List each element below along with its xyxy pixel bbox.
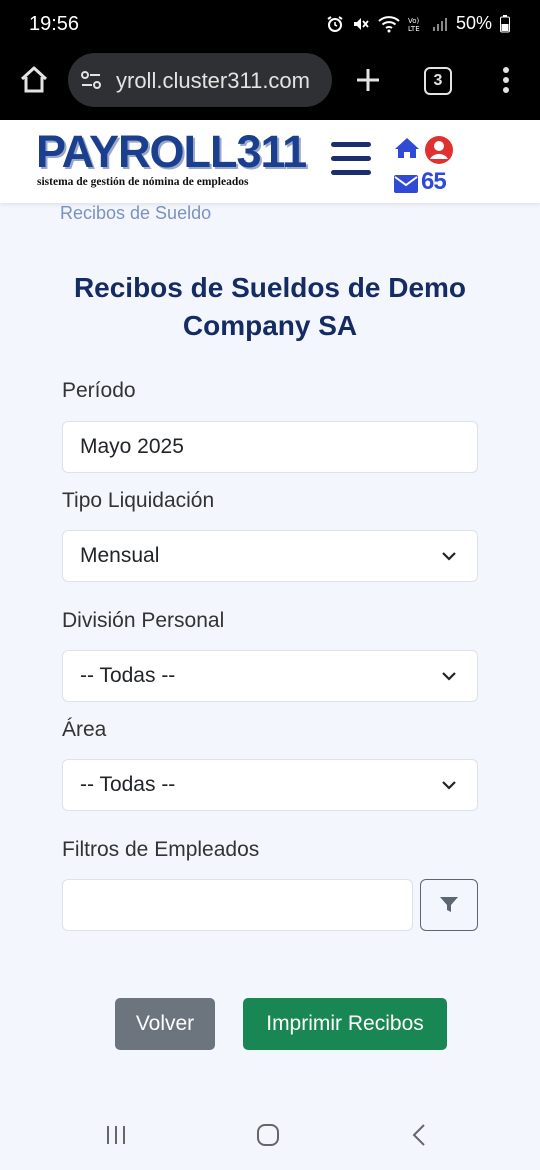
periodo-label: Período (62, 379, 136, 402)
site-settings-icon[interactable] (80, 69, 102, 91)
area-value: -- Todas -- (80, 773, 176, 796)
periodo-field[interactable]: Mayo 2025 (62, 421, 478, 473)
mail-icon[interactable] (394, 175, 418, 198)
status-bar: 19:56 Vo) LTE 50% (0, 0, 540, 50)
print-receipts-button[interactable]: Imprimir Recibos (243, 998, 447, 1050)
filter-button[interactable] (420, 879, 478, 931)
home-icon[interactable] (18, 64, 50, 96)
breadcrumb[interactable]: Recibos de Sueldo (60, 203, 211, 224)
chevron-down-icon (442, 781, 456, 790)
menu-icon[interactable] (331, 142, 371, 176)
division-label: División Personal (62, 609, 225, 632)
messages-count[interactable]: 65 (421, 168, 447, 196)
new-tab-icon[interactable] (352, 64, 384, 96)
logo[interactable]: PAYROLL311 (36, 126, 307, 178)
alarm-icon (326, 15, 344, 33)
chevron-down-icon (442, 552, 456, 561)
battery-percent: 50% (455, 13, 492, 33)
house-icon[interactable] (394, 136, 420, 165)
wifi-icon (378, 15, 400, 33)
mute-icon (352, 15, 370, 33)
back-icon[interactable] (408, 1123, 432, 1152)
volte-icon: Vo) LTE (408, 15, 424, 33)
main-content: Recibos de Sueldo Recibos de Sueldos de … (0, 203, 530, 1103)
recent-apps-icon[interactable] (104, 1123, 128, 1152)
logo-tagline: sistema de gestión de nómina de empleado… (37, 176, 249, 188)
status-icons: Vo) LTE 50% (326, 13, 510, 34)
url-text: yroll.cluster311.com (116, 68, 310, 93)
division-select[interactable]: -- Todas -- (62, 650, 478, 702)
back-button[interactable]: Volver (115, 998, 215, 1050)
tipo-liquidacion-label: Tipo Liquidación (62, 489, 215, 512)
filtros-input[interactable] (62, 879, 413, 931)
battery-icon (500, 14, 510, 33)
tipo-liquidacion-value: Mensual (80, 544, 160, 567)
chevron-down-icon (442, 672, 456, 681)
tipo-liquidacion-select[interactable]: Mensual (62, 530, 478, 582)
svg-text:Vo): Vo) (408, 17, 420, 25)
system-nav-bar (0, 1103, 540, 1170)
address-bar[interactable]: yroll.cluster311.com (68, 53, 332, 107)
signal-icon (432, 16, 448, 32)
tabs-icon[interactable]: 3 (424, 67, 452, 95)
periodo-value: Mayo 2025 (80, 435, 184, 458)
page-title: Recibos de Sueldos de Demo Company SA (73, 272, 467, 341)
filter-icon (440, 897, 458, 912)
svg-text:LTE: LTE (408, 25, 420, 33)
area-select[interactable]: -- Todas -- (62, 759, 478, 811)
browser-toolbar: yroll.cluster311.com 3 (0, 50, 540, 120)
division-value: -- Todas -- (80, 664, 176, 687)
more-icon[interactable] (494, 64, 518, 96)
filtros-label: Filtros de Empleados (62, 838, 260, 861)
site-header: PAYROLL311 sistema de gestión de nómina … (0, 120, 540, 203)
area-label: Área (62, 718, 107, 741)
home-circle-icon[interactable] (256, 1123, 280, 1152)
user-icon[interactable] (424, 135, 454, 170)
status-time: 19:56 (29, 13, 80, 35)
